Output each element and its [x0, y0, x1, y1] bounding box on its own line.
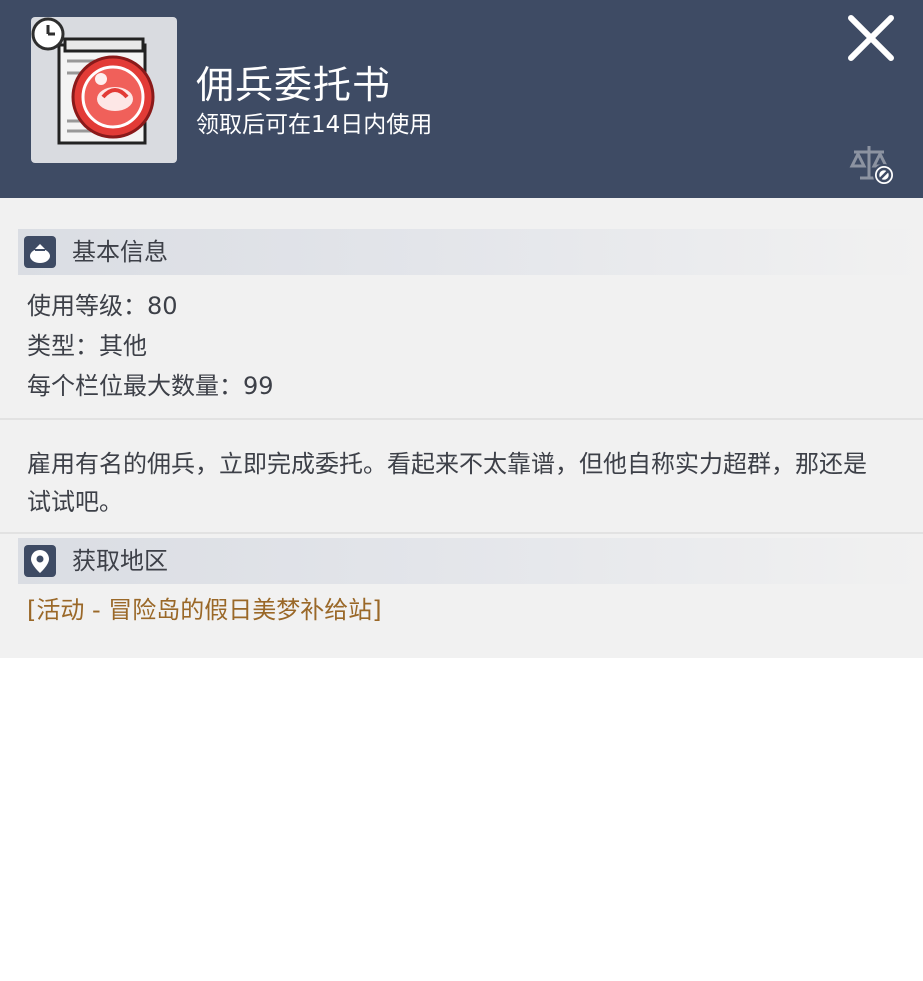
- trade-restricted-icon: [849, 146, 895, 186]
- info-type: 类型：其他: [27, 332, 147, 360]
- clock-icon: [31, 17, 65, 51]
- item-details: 基本信息 使用等级：80 类型：其他 每个栏位最大数量：99 雇用有名的佣兵，立…: [0, 198, 923, 658]
- divider: [0, 532, 923, 534]
- item-header: 佣兵委托书 领取后可在14日内使用: [0, 0, 923, 198]
- close-icon[interactable]: [843, 10, 899, 66]
- info-level: 使用等级：80: [27, 292, 178, 320]
- item-icon-frame: [31, 17, 177, 163]
- money-bag-icon: [24, 236, 56, 268]
- acquire-location-link[interactable]: [活动 - 冒险岛的假日美梦补给站]: [27, 593, 382, 627]
- location-pin-icon: [24, 545, 56, 577]
- basic-info-title: 基本信息: [72, 238, 168, 266]
- basic-info-header: 基本信息: [18, 229, 923, 275]
- info-max-stack: 每个栏位最大数量：99: [27, 372, 274, 400]
- divider: [0, 418, 923, 420]
- item-name: 佣兵委托书: [196, 63, 392, 107]
- item-description: 雇用有名的佣兵，立即完成委托。看起来不太靠谱，但他自称实力超群，那还是试试吧。: [27, 450, 867, 516]
- acquire-title: 获取地区: [72, 547, 168, 575]
- acquire-header: 获取地区: [18, 538, 923, 584]
- item-expiry-note: 领取后可在14日内使用: [196, 112, 433, 138]
